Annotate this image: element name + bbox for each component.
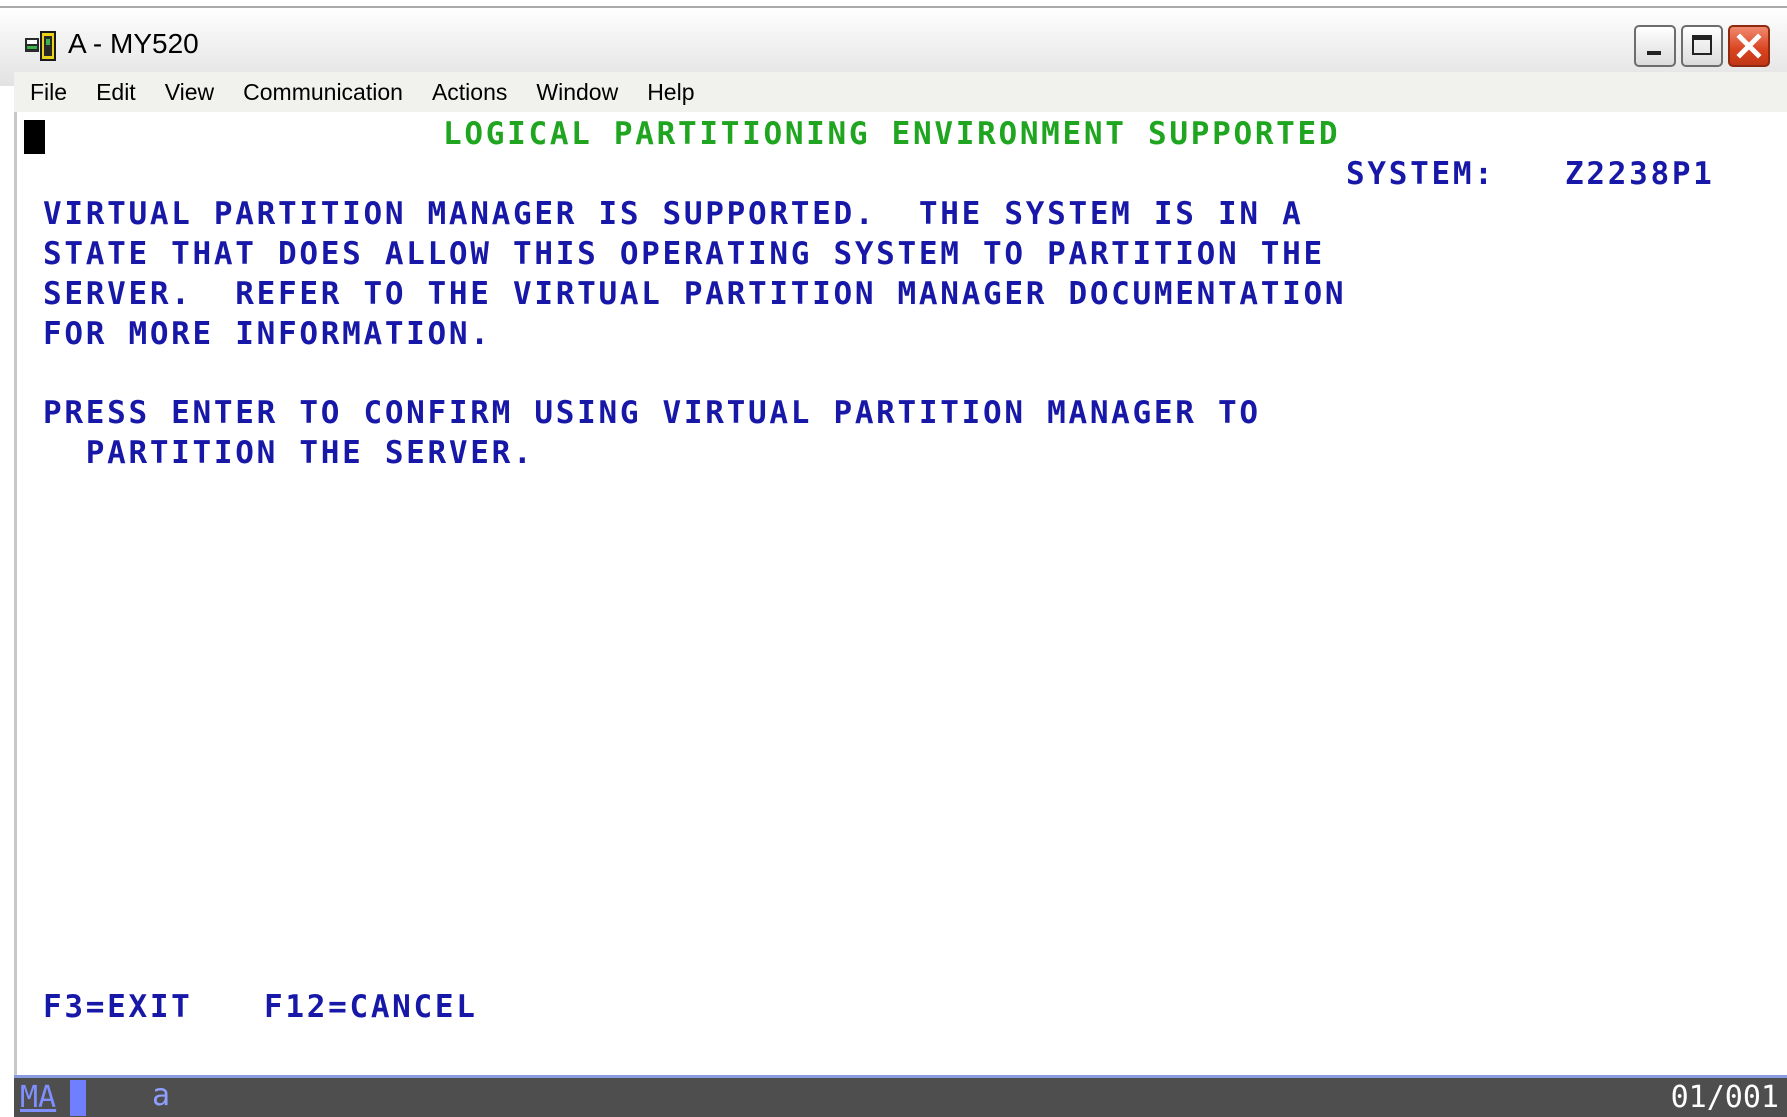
menu-bar: File Edit View Communication Actions Win… bbox=[14, 72, 1787, 112]
status-mode: MA bbox=[20, 1080, 57, 1115]
minimize-button[interactable] bbox=[1634, 25, 1676, 67]
system-value: Z2238P1 bbox=[1565, 156, 1715, 192]
status-bar: MA a 01/001 bbox=[14, 1075, 1787, 1117]
terminal-session-icon bbox=[25, 31, 56, 61]
message-line: FOR MORE INFORMATION. bbox=[43, 316, 492, 352]
prompt-line: PRESS ENTER TO CONFIRM USING VIRTUAL PAR… bbox=[43, 395, 1261, 431]
terminal-screen[interactable]: LOGICAL PARTITIONING ENVIRONMENT SUPPORT… bbox=[14, 112, 1787, 1075]
system-label: SYSTEM: bbox=[1346, 156, 1496, 192]
close-icon bbox=[1736, 33, 1762, 59]
maximize-icon bbox=[1692, 35, 1712, 55]
close-button[interactable] bbox=[1728, 25, 1770, 67]
f12-cancel-key[interactable]: F12=CANCEL bbox=[264, 987, 478, 1027]
terminal-window: A - MY520 File Edit View Communication A… bbox=[0, 0, 1787, 1117]
menu-window[interactable]: Window bbox=[520, 79, 631, 106]
menu-help[interactable]: Help bbox=[631, 79, 707, 106]
status-indicator: a bbox=[152, 1078, 171, 1113]
menu-file[interactable]: File bbox=[14, 79, 80, 106]
screen-header: LOGICAL PARTITIONING ENVIRONMENT SUPPORT… bbox=[443, 116, 1341, 152]
message-line: STATE THAT DOES ALLOW THIS OPERATING SYS… bbox=[43, 236, 1325, 272]
message-line: VIRTUAL PARTITION MANAGER IS SUPPORTED. … bbox=[43, 196, 1304, 232]
status-input-inhibited-indicator bbox=[70, 1080, 86, 1116]
message-line: SERVER. REFER TO THE VIRTUAL PARTITION M… bbox=[43, 276, 1347, 312]
window-title: A - MY520 bbox=[68, 28, 199, 59]
minimize-icon bbox=[1647, 51, 1661, 55]
menu-communication[interactable]: Communication bbox=[227, 79, 416, 106]
cursor-position: 01/001 bbox=[1670, 1080, 1779, 1115]
prompt-line: PARTITION THE SERVER. bbox=[43, 435, 535, 471]
f3-exit-key[interactable]: F3=EXIT bbox=[43, 987, 193, 1027]
maximize-button[interactable] bbox=[1681, 25, 1723, 67]
menu-actions[interactable]: Actions bbox=[416, 79, 520, 106]
menu-view[interactable]: View bbox=[149, 79, 227, 106]
menu-edit[interactable]: Edit bbox=[80, 79, 149, 106]
text-cursor bbox=[24, 120, 45, 154]
